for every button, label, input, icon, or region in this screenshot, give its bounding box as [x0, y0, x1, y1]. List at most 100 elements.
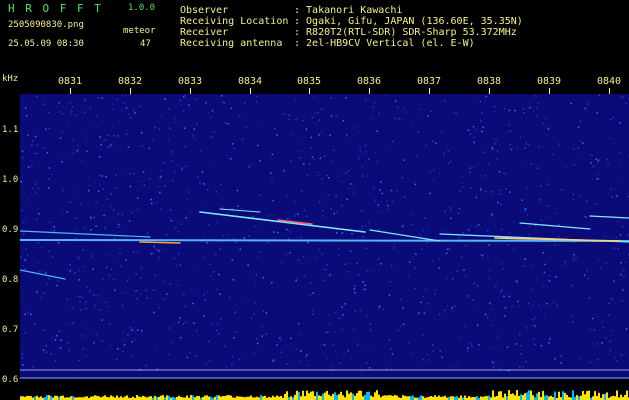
noise-speck: [140, 293, 142, 295]
noise-speck: [361, 225, 363, 228]
noise-speck: [179, 99, 182, 101]
noise-speck: [336, 232, 338, 234]
noise-speck: [542, 252, 545, 254]
noise-speck: [542, 122, 544, 125]
noise-speck: [97, 190, 100, 193]
noise-speck: [57, 242, 60, 244]
noise-speck: [475, 196, 478, 199]
noise-speck: [68, 349, 70, 352]
noise-speck: [402, 323, 405, 325]
noise-speck: [443, 152, 445, 155]
noise-speck: [134, 112, 136, 114]
noise-speck: [528, 144, 530, 146]
noise-speck: [457, 364, 459, 366]
noise-speck: [347, 170, 350, 172]
noise-speck: [627, 234, 629, 236]
datetime: 25.05.09 08:30: [8, 39, 84, 49]
noise-speck: [279, 337, 281, 339]
noise-speck: [118, 223, 120, 226]
trace-bar: [102, 396, 104, 400]
noise-speck: [617, 248, 619, 250]
noise-speck: [249, 164, 251, 167]
carrier-line: [20, 239, 629, 242]
noise-speck: [508, 109, 511, 112]
noise-speck: [446, 305, 449, 307]
noise-speck: [391, 140, 394, 143]
trace-bar: [196, 396, 198, 400]
noise-speck: [379, 305, 381, 307]
noise-speck: [342, 119, 345, 122]
noise-speck: [157, 248, 159, 251]
noise-speck: [24, 193, 26, 195]
noise-speck: [175, 226, 177, 229]
trace-bar: [604, 393, 606, 400]
noise-speck: [423, 232, 426, 234]
noise-speck: [414, 266, 416, 269]
noise-speck: [353, 288, 356, 290]
noise-speck: [69, 263, 71, 266]
noise-speck: [317, 175, 320, 177]
trace-bar: [530, 390, 532, 400]
trace-bar: [396, 395, 398, 400]
noise-speck: [500, 290, 502, 293]
noise-speck: [598, 177, 600, 180]
noise-speck: [74, 368, 76, 370]
noise-speck: [223, 345, 226, 347]
noise-speck: [603, 277, 606, 279]
trace-bar: [34, 396, 36, 400]
noise-speck: [203, 294, 205, 296]
noise-speck: [262, 168, 264, 171]
trace-bar: [402, 395, 404, 400]
trace-bar: [138, 396, 140, 400]
trace-bar: [186, 395, 188, 400]
noise-speck: [186, 198, 189, 200]
noise-speck: [239, 140, 241, 142]
noise-speck: [117, 135, 119, 137]
noise-speck: [238, 115, 241, 117]
noise-speck: [381, 192, 384, 195]
noise-speck: [24, 107, 27, 109]
noise-speck: [61, 113, 64, 115]
noise-speck: [388, 294, 391, 296]
noise-speck: [184, 145, 186, 148]
noise-speck: [533, 338, 535, 340]
noise-speck: [288, 118, 291, 121]
noise-speck: [192, 94, 195, 96]
noise-speck: [145, 289, 147, 292]
trace-bar: [154, 395, 156, 400]
noise-speck: [303, 163, 305, 165]
noise-speck: [62, 189, 64, 192]
noise-speck: [36, 208, 39, 210]
noise-speck: [42, 292, 45, 295]
noise-speck: [189, 352, 191, 354]
trace-bar: [238, 396, 240, 400]
noise-speck: [294, 215, 296, 217]
noise-speck: [76, 230, 78, 233]
trace-bar: [126, 395, 128, 400]
noise-speck: [227, 233, 229, 236]
noise-speck: [333, 212, 335, 215]
noise-speck: [312, 292, 314, 294]
trace-bar: [120, 396, 122, 400]
time-tick-label: 0839: [536, 76, 562, 87]
noise-speck: [487, 257, 489, 260]
noise-speck: [508, 232, 511, 234]
noise-speck: [108, 274, 111, 276]
noise-speck: [124, 228, 127, 231]
trace-bar: [562, 391, 564, 400]
noise-speck: [152, 139, 154, 141]
noise-speck: [540, 342, 543, 344]
trace-bar: [306, 390, 308, 400]
freq-tick-label: 0.6: [2, 375, 19, 385]
trace-bar: [160, 395, 162, 400]
noise-speck: [231, 207, 233, 210]
field-value-location: : Ogaki, Gifu, JAPAN (136.60E, 35.35N): [294, 16, 523, 27]
noise-speck: [622, 225, 624, 228]
noise-speck: [555, 276, 557, 278]
noise-speck: [48, 187, 50, 189]
noise-speck: [524, 208, 527, 210]
noise-speck: [582, 142, 584, 145]
noise-speck: [37, 188, 40, 190]
noise-speck: [526, 186, 528, 189]
noise-speck: [312, 195, 314, 198]
